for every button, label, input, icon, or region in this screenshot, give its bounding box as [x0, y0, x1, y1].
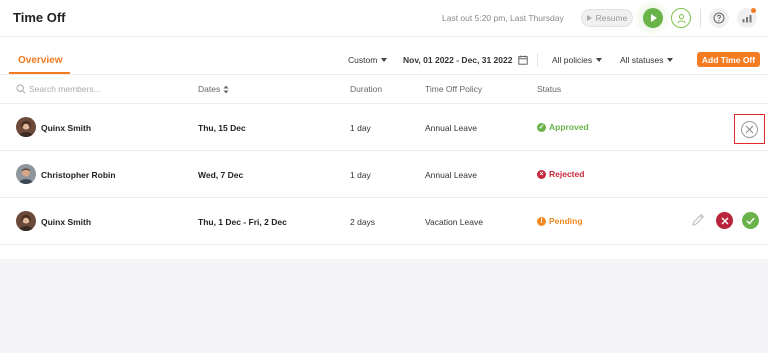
status-badge: ! Pending — [537, 216, 583, 226]
status-badge: ✓ Approved — [537, 122, 589, 132]
policy-cell: Annual Leave — [425, 170, 477, 180]
caret-down-icon — [667, 58, 674, 62]
sort-icon — [223, 85, 229, 93]
policy-cell: Vacation Leave — [425, 217, 483, 227]
start-timer-button[interactable] — [643, 8, 663, 28]
x-icon: × — [537, 169, 546, 179]
check-icon: ✓ — [537, 122, 546, 132]
search-icon — [16, 84, 26, 94]
question-icon — [713, 12, 725, 24]
divider — [700, 9, 701, 27]
column-duration: Duration — [350, 84, 383, 94]
status-badge: × Rejected — [537, 169, 584, 179]
cancel-request-button[interactable] — [734, 114, 765, 144]
member-name: Christopher Robin — [41, 170, 116, 180]
edit-request-button[interactable] — [690, 212, 706, 228]
user-icon — [676, 13, 686, 23]
table-row: Christopher Robin Wed, 7 Dec 1 day Annua… — [0, 151, 768, 198]
close-icon — [741, 120, 758, 138]
close-icon — [721, 217, 728, 224]
avatar — [16, 211, 36, 231]
play-icon — [586, 15, 592, 21]
range-type-label: Custom — [348, 55, 378, 65]
check-icon — [746, 217, 755, 225]
status-label: Approved — [549, 122, 589, 132]
duration-cell: 1 day — [350, 170, 371, 180]
resume-button[interactable]: Resume — [581, 9, 633, 27]
tab-overview[interactable]: Overview — [18, 55, 62, 66]
statuses-dropdown[interactable]: All statuses — [620, 55, 674, 65]
updates-icon — [742, 15, 752, 23]
pencil-icon — [692, 213, 705, 226]
approve-request-button[interactable] — [742, 212, 759, 229]
policies-dropdown[interactable]: All policies — [552, 55, 603, 65]
avatar — [16, 117, 36, 137]
range-type-dropdown[interactable]: Custom — [348, 55, 388, 65]
avatar — [16, 164, 36, 184]
resume-label: Resume — [595, 13, 628, 23]
policy-cell: Annual Leave — [425, 123, 477, 133]
add-time-off-button[interactable]: Add Time Off — [697, 52, 760, 67]
dates-cell: Thu, 15 Dec — [198, 123, 246, 133]
help-button[interactable] — [709, 8, 729, 28]
member-name: Quinx Smith — [41, 217, 92, 227]
status-label: Rejected — [549, 169, 585, 179]
duration-cell: 2 days — [350, 217, 376, 227]
dates-cell: Wed, 7 Dec — [198, 170, 244, 180]
caret-down-icon — [596, 58, 603, 62]
column-dates[interactable]: Dates — [198, 84, 229, 94]
date-range-picker[interactable]: Nov, 01 2022 - Dec, 31 2022 — [403, 55, 529, 65]
last-out-text: Last out 5:20 pm, Last Thursday — [442, 13, 564, 23]
duration-cell: 1 day — [350, 123, 371, 133]
play-icon — [651, 14, 657, 22]
dates-cell: Thu, 1 Dec - Fri, 2 Dec — [198, 217, 287, 227]
column-dates-label: Dates — [198, 84, 221, 94]
calendar-icon — [518, 55, 529, 65]
member-name: Quinx Smith — [41, 123, 92, 133]
table-row: Quinx Smith Thu, 15 Dec 1 day Annual Lea… — [0, 104, 768, 151]
top-bar: Time Off Last out 5:20 pm, Last Thursday… — [0, 0, 768, 36]
caret-down-icon — [381, 58, 388, 62]
filter-divider — [537, 53, 538, 67]
policies-label: All policies — [552, 55, 593, 65]
statuses-label: All statuses — [620, 55, 664, 65]
reject-request-button[interactable] — [716, 212, 733, 229]
page-title: Time Off — [13, 10, 66, 25]
status-label: Pending — [549, 216, 583, 226]
exclamation-icon: ! — [537, 216, 546, 226]
time-off-panel: Overview Custom Nov, 01 2022 - Dec, 31 2… — [0, 36, 768, 259]
notification-dot — [751, 8, 756, 13]
member-search[interactable]: Search members... — [16, 84, 101, 94]
table-row: Quinx Smith Thu, 1 Dec - Fri, 2 Dec 2 da… — [0, 198, 768, 245]
tabs-divider — [0, 74, 768, 75]
user-status-button[interactable] — [671, 8, 691, 28]
column-policy: Time Off Policy — [425, 84, 483, 94]
column-status: Status — [537, 84, 562, 94]
search-input[interactable]: Search members... — [29, 84, 101, 94]
date-range-label: Nov, 01 2022 - Dec, 31 2022 — [403, 55, 513, 65]
